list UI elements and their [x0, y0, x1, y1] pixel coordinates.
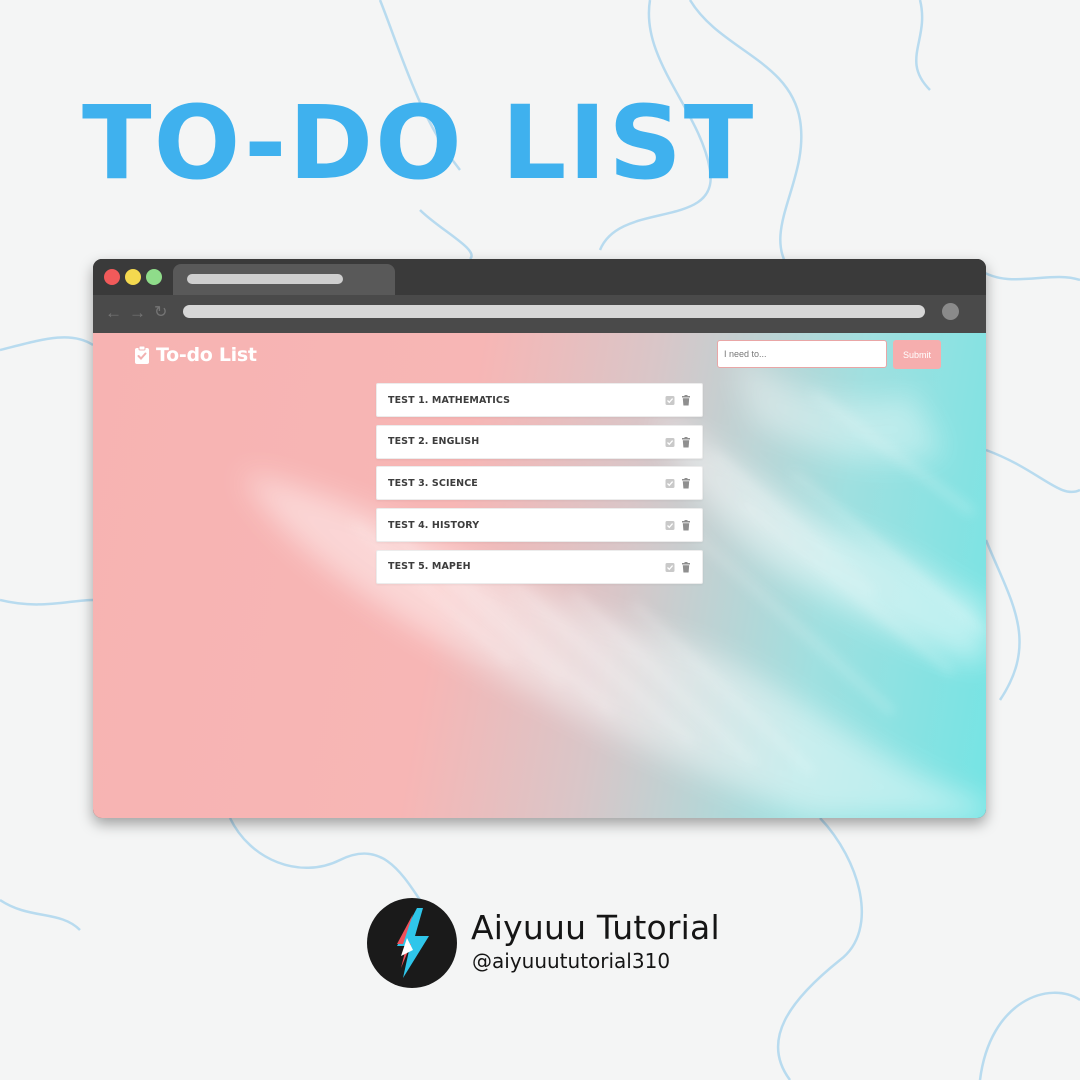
clipboard-check-icon — [135, 345, 149, 364]
check-square-icon[interactable] — [665, 478, 675, 489]
todo-item-label: TEST 4. HISTORY — [388, 519, 480, 531]
check-square-icon[interactable] — [665, 520, 675, 531]
todo-item: TEST 5. MAPEH — [376, 549, 703, 584]
app-brand: To-do List — [134, 343, 257, 367]
profile-icon[interactable] — [942, 303, 959, 320]
todo-item: TEST 2. ENGLISH — [376, 424, 703, 459]
task-input[interactable] — [717, 340, 887, 368]
todo-item-label: TEST 5. MAPEH — [388, 561, 471, 573]
tab-bar — [93, 259, 986, 295]
check-square-icon[interactable] — [665, 437, 675, 448]
submit-button[interactable]: Submit — [893, 340, 941, 369]
trash-icon[interactable] — [681, 520, 691, 531]
todo-list: TEST 1. MATHEMATICS TEST 2. ENGLISH TEST… — [376, 383, 703, 591]
todo-item-label: TEST 3. SCIENCE — [388, 477, 478, 489]
footer-name: Aiyuuu Tutorial — [471, 908, 720, 947]
todo-actions — [665, 395, 691, 406]
browser-tab[interactable] — [173, 264, 395, 295]
app-title: To-do List — [156, 344, 257, 366]
trash-icon[interactable] — [681, 561, 691, 573]
back-arrow-icon[interactable]: ← — [105, 302, 122, 324]
todo-actions — [665, 561, 691, 573]
tab-title-placeholder — [187, 274, 343, 284]
trash-icon[interactable] — [681, 436, 691, 448]
footer-credit: Aiyuuu Tutorial @aiyuuututorial310 — [367, 898, 727, 990]
maximize-window-button[interactable] — [146, 269, 162, 285]
footer-handle: @aiyuuututorial310 — [472, 949, 671, 973]
todo-item: TEST 3. SCIENCE — [376, 466, 703, 501]
todo-item: TEST 4. HISTORY — [376, 508, 703, 543]
close-window-button[interactable] — [104, 269, 120, 285]
browser-toolbar: ← → ↻ — [93, 295, 986, 333]
todo-item-label: TEST 1. MATHEMATICS — [388, 394, 511, 406]
app-viewport: To-do List Submit TEST 1. MATHEMATICS TE… — [93, 333, 986, 818]
reload-icon[interactable]: ↻ — [154, 302, 167, 324]
todo-item-label: TEST 2. ENGLISH — [388, 436, 480, 448]
todo-actions — [665, 520, 691, 531]
headline: TO-DO LIST — [82, 84, 756, 203]
check-square-icon[interactable] — [665, 395, 675, 406]
lightning-logo-icon — [367, 898, 457, 988]
minimize-window-button[interactable] — [125, 269, 141, 285]
check-square-icon[interactable] — [665, 562, 675, 573]
trash-icon[interactable] — [681, 395, 691, 406]
todo-actions — [665, 478, 691, 489]
todo-actions — [665, 436, 691, 448]
todo-item: TEST 1. MATHEMATICS — [376, 383, 703, 417]
address-bar[interactable] — [183, 305, 925, 318]
browser-window: ← → ↻ To-do List I need to... Submit TES… — [93, 259, 986, 818]
forward-arrow-icon[interactable]: → — [129, 302, 146, 324]
trash-icon[interactable] — [681, 478, 691, 489]
